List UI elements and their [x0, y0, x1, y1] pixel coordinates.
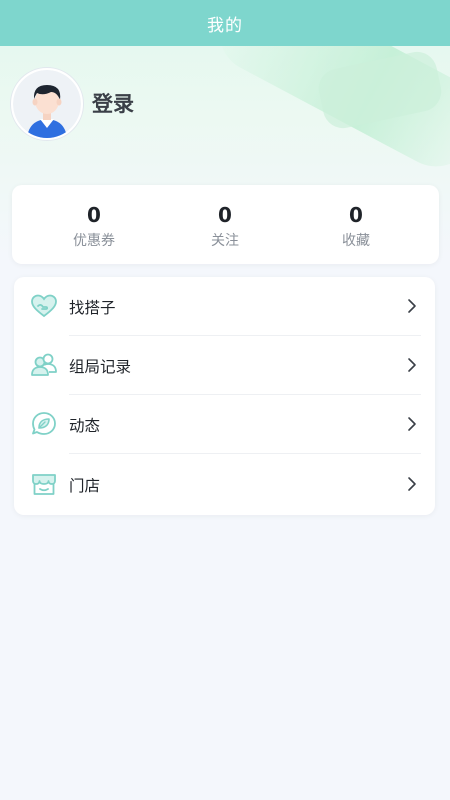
stat-coupons[interactable]: 0 优惠券 [23, 185, 165, 264]
stat-following[interactable]: 0 关注 [154, 185, 296, 264]
leaf-chat-icon [32, 412, 56, 435]
divider [69, 453, 421, 454]
chevron-right-icon [408, 358, 416, 372]
menu-item-label: 门店 [69, 477, 101, 495]
stat-count: 0 [87, 203, 101, 227]
menu-card: 找搭子 组局记录 动态 门店 [14, 277, 435, 515]
nav-bar: 我的 [0, 0, 450, 46]
menu-item-store[interactable]: 门店 [14, 455, 435, 514]
stat-favorites[interactable]: 0 收藏 [285, 185, 427, 264]
chevron-right-icon [408, 417, 416, 431]
stat-count: 0 [218, 203, 232, 227]
menu-item-group-records[interactable]: 组局记录 [14, 336, 435, 395]
stat-count: 0 [349, 203, 363, 227]
avatar[interactable] [11, 68, 83, 140]
stats-card: 0 优惠券 0 关注 0 收藏 [12, 185, 439, 264]
page-title: 我的 [207, 15, 243, 36]
stat-label: 优惠券 [73, 233, 115, 249]
heart-hand-icon [31, 294, 57, 318]
user-avatar-icon [13, 70, 81, 138]
menu-item-moments[interactable]: 动态 [14, 395, 435, 454]
menu-item-label: 找搭子 [69, 299, 116, 317]
login-link[interactable]: 登录 [92, 88, 134, 118]
menu-item-label: 动态 [69, 417, 101, 435]
stat-label: 关注 [211, 233, 239, 249]
chevron-right-icon [408, 477, 416, 491]
store-icon [32, 474, 56, 495]
stat-label: 收藏 [342, 233, 370, 249]
menu-item-find-partner[interactable]: 找搭子 [14, 277, 435, 336]
menu-item-label: 组局记录 [69, 358, 132, 376]
group-users-icon [31, 353, 57, 376]
chevron-right-icon [408, 299, 416, 313]
